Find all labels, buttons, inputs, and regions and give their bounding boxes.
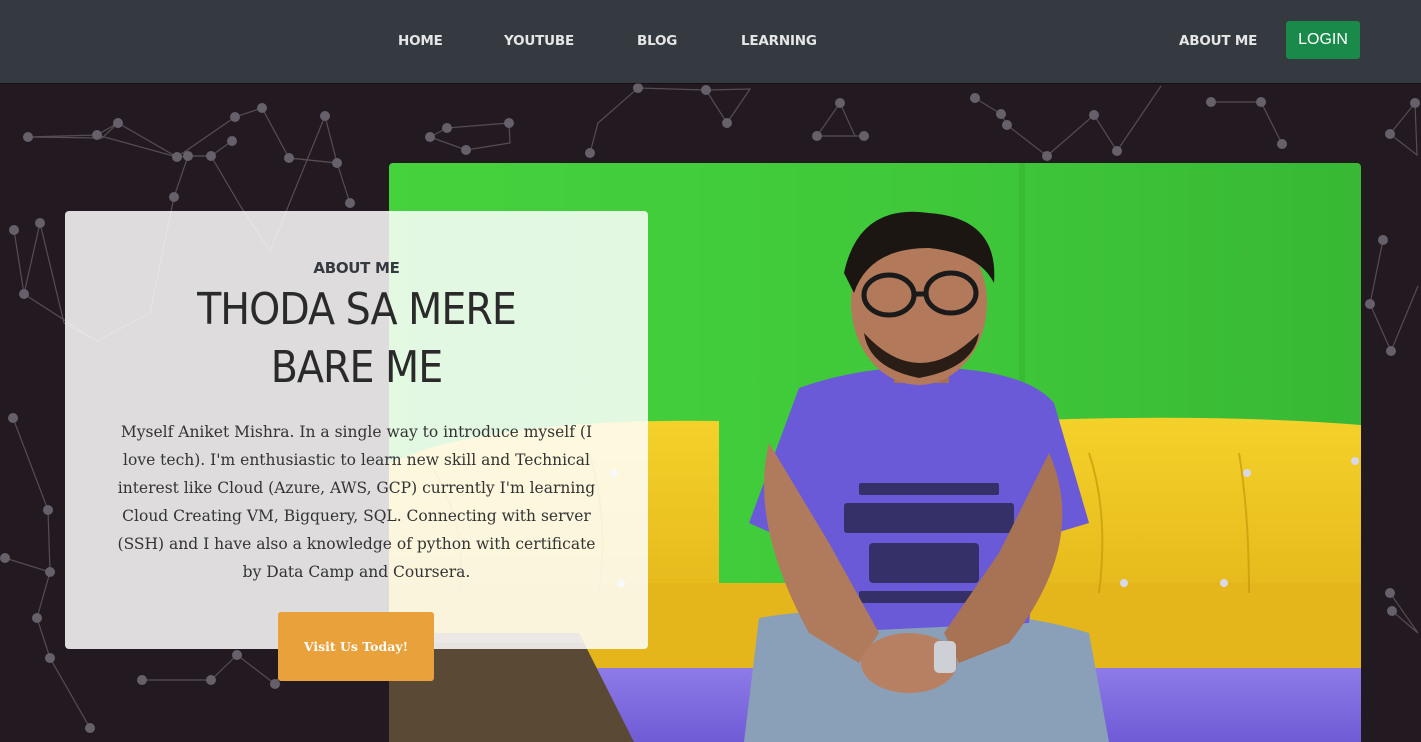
top-navbar: HOME YOUTUBE BLOG LEARNING ABOUT ME LOGI… bbox=[0, 0, 1421, 83]
page-title: THODA SA MERE BARE ME bbox=[135, 281, 578, 397]
nav-link-home[interactable]: HOME bbox=[398, 31, 443, 51]
page-title-line-1: THODA SA MERE bbox=[197, 284, 517, 335]
nav-link-learning[interactable]: LEARNING bbox=[741, 31, 817, 51]
nav-link-blog[interactable]: BLOG bbox=[637, 31, 677, 51]
bio-paragraph: Myself Aniket Mishra. In a single way to… bbox=[117, 423, 596, 581]
login-button[interactable]: LOGIN bbox=[1286, 21, 1360, 59]
page-title-line-2: BARE ME bbox=[270, 342, 443, 393]
visit-us-button[interactable]: Visit Us Today! bbox=[278, 612, 434, 681]
about-card: ABOUT ME THODA SA MERE BARE ME Myself An… bbox=[65, 211, 648, 649]
section-eyebrow: ABOUT ME bbox=[313, 259, 400, 277]
nav-link-youtube[interactable]: YOUTUBE bbox=[504, 31, 574, 51]
nav-link-about-me[interactable]: ABOUT ME bbox=[1179, 31, 1257, 51]
